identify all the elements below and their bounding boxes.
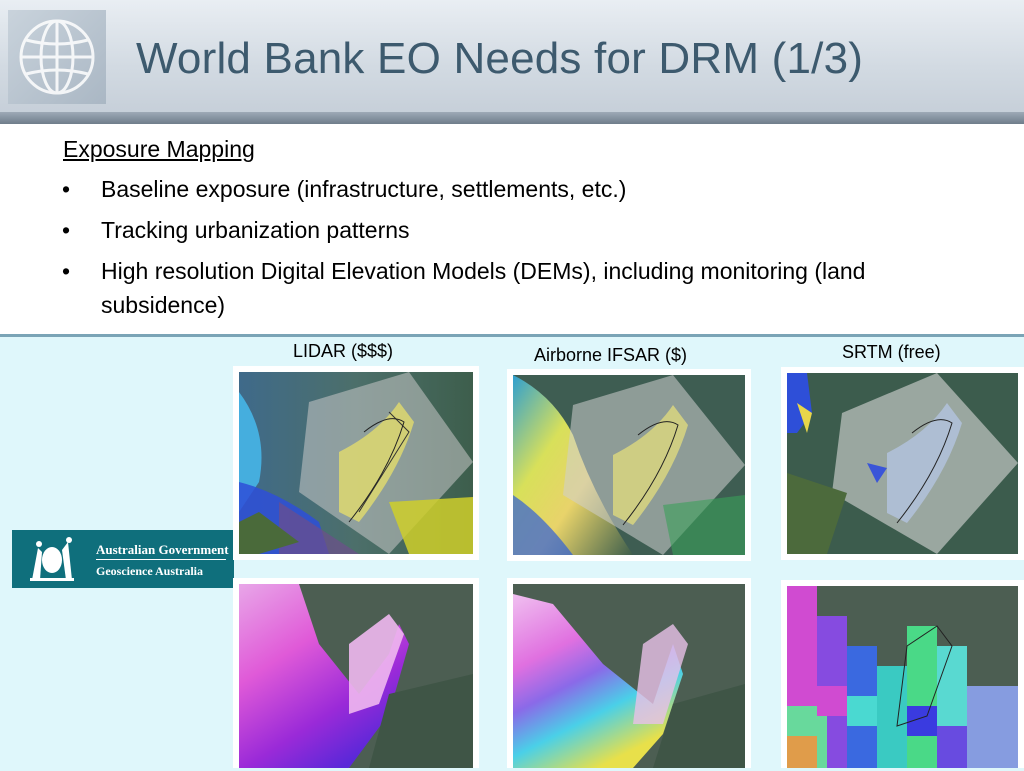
agency-department: Geoscience Australia [96, 564, 203, 578]
bullet-text: High resolution Digital Elevation Models… [101, 258, 866, 318]
ifsar-overlay-map [507, 369, 751, 561]
srtm-dem-map [781, 580, 1024, 768]
agency-divider [96, 559, 226, 560]
crest-icon [30, 537, 74, 581]
map-image [787, 373, 1018, 554]
bullet-marker: • [62, 176, 71, 202]
map-image [239, 372, 473, 554]
header-band [0, 112, 1024, 124]
column-label-srtm: SRTM (free) [842, 342, 941, 362]
agency-logo: Australian Government Geoscience Austral… [12, 530, 234, 588]
slide-title: World Bank EO Needs for DRM (1/3) [136, 34, 864, 83]
bullet-item: • High resolution Digital Elevation Mode… [60, 254, 900, 322]
bullet-text: Tracking urbanization patterns [101, 217, 410, 243]
bullet-item: • Baseline exposure (infrastructure, set… [60, 172, 900, 206]
lidar-overlay-map [233, 366, 479, 560]
map-image [513, 584, 745, 768]
ifsar-dem-map [507, 578, 751, 768]
globe-icon [19, 19, 95, 95]
agency-name: Australian Government [96, 542, 229, 557]
bullet-list: • Baseline exposure (infrastructure, set… [60, 172, 900, 329]
column-label-ifsar: Airborne IFSAR ($) [534, 345, 688, 365]
bullet-text: Baseline exposure (infrastructure, settl… [101, 176, 627, 202]
bullet-marker: • [62, 217, 71, 243]
world-bank-logo [8, 10, 106, 104]
map-image [787, 586, 1018, 768]
map-image [513, 375, 745, 555]
bullet-item: • Tracking urbanization patterns [60, 213, 900, 247]
srtm-overlay-map [781, 367, 1024, 560]
column-label-lidar: LIDAR ($$$) [293, 341, 394, 361]
section-heading: Exposure Mapping [63, 136, 255, 162]
map-image [239, 584, 473, 768]
lidar-dem-map [233, 578, 479, 768]
bullet-marker: • [62, 258, 71, 284]
slide-header: World Bank EO Needs for DRM (1/3) [0, 0, 1024, 124]
